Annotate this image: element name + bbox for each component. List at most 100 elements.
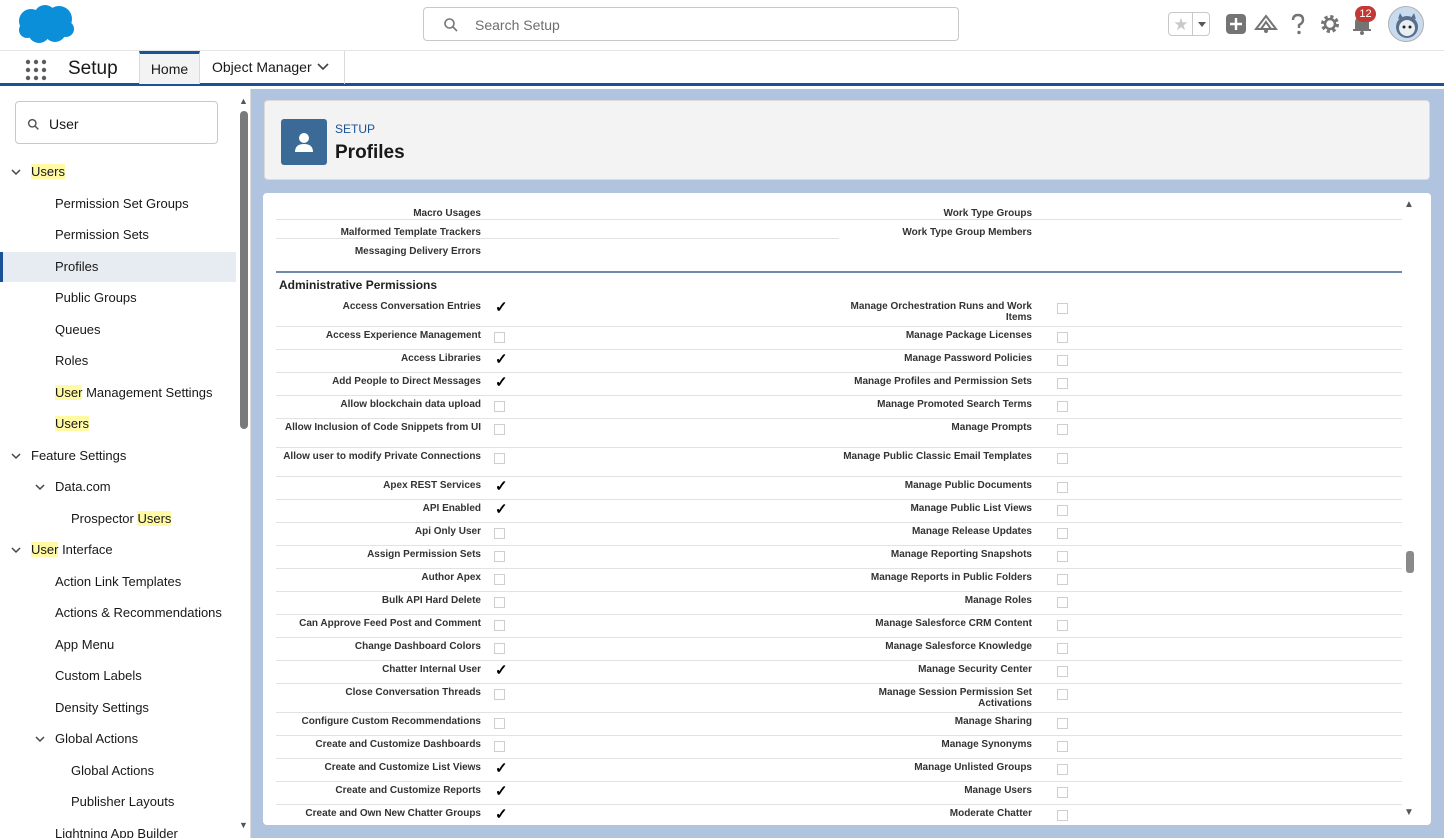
unchecked-checkbox[interactable]: [494, 424, 505, 435]
panel-scrollbar-thumb[interactable]: [1406, 551, 1414, 573]
sidebar-item[interactable]: Global Actions: [71, 759, 154, 783]
trailhead-icon[interactable]: [1254, 12, 1278, 36]
unchecked-checkbox[interactable]: [1057, 787, 1068, 798]
sidebar-item[interactable]: User Management Settings: [55, 381, 213, 405]
sidebar-item[interactable]: Publisher Layouts: [71, 790, 174, 814]
unchecked-checkbox[interactable]: [1057, 620, 1068, 631]
field-label: Macro Usages: [413, 208, 481, 219]
unchecked-checkbox[interactable]: [1057, 718, 1068, 729]
scroll-down-arrow-icon[interactable]: ▼: [239, 820, 248, 830]
unchecked-checkbox[interactable]: [494, 597, 505, 608]
sidebar-item[interactable]: Roles: [55, 349, 88, 373]
unchecked-checkbox[interactable]: [1057, 597, 1068, 608]
unchecked-checkbox[interactable]: [1057, 378, 1068, 389]
chevron-down-icon[interactable]: [34, 481, 46, 493]
unchecked-checkbox[interactable]: [1057, 810, 1068, 821]
unchecked-checkbox[interactable]: [1057, 424, 1068, 435]
unchecked-checkbox[interactable]: [494, 551, 505, 562]
salesforce-logo-icon[interactable]: [17, 4, 75, 44]
unchecked-checkbox[interactable]: [1057, 505, 1068, 516]
unchecked-checkbox[interactable]: [494, 401, 505, 412]
checked-checkbox-icon[interactable]: ✓: [495, 352, 508, 367]
sidebar-item[interactable]: User Interface: [31, 538, 113, 562]
sidebar-item[interactable]: Density Settings: [55, 696, 149, 720]
unchecked-checkbox[interactable]: [1057, 355, 1068, 366]
checked-checkbox-icon[interactable]: ✓: [495, 502, 508, 517]
unchecked-checkbox[interactable]: [1057, 551, 1068, 562]
unchecked-checkbox[interactable]: [1057, 453, 1068, 464]
checked-checkbox-icon[interactable]: ✓: [495, 784, 508, 799]
sidebar-item[interactable]: App Menu: [55, 633, 114, 657]
unchecked-checkbox[interactable]: [1057, 528, 1068, 539]
unchecked-checkbox[interactable]: [1057, 482, 1068, 493]
permission-label: Manage Profiles and Permission Sets: [854, 376, 1032, 387]
unchecked-checkbox[interactable]: [494, 332, 505, 343]
chevron-down-icon[interactable]: [317, 63, 329, 71]
sidebar-item[interactable]: Prospector Users: [71, 507, 172, 531]
setup-gear-icon[interactable]: [1318, 12, 1342, 36]
row-divider: [276, 735, 1402, 736]
unchecked-checkbox[interactable]: [494, 453, 505, 464]
scroll-up-arrow-icon[interactable]: ▲: [239, 96, 248, 106]
checked-checkbox-icon[interactable]: ✓: [495, 807, 508, 822]
sidebar-item[interactable]: Feature Settings: [31, 444, 126, 468]
unchecked-checkbox[interactable]: [494, 741, 505, 752]
checked-checkbox-icon[interactable]: ✓: [495, 663, 508, 678]
sidebar-item[interactable]: Permission Sets: [55, 223, 149, 247]
checked-checkbox-icon[interactable]: ✓: [495, 300, 508, 315]
unchecked-checkbox[interactable]: [1057, 666, 1068, 677]
global-search-input[interactable]: Search Setup: [423, 7, 959, 41]
tab-home[interactable]: Home: [139, 51, 200, 84]
sidebar-item[interactable]: Users: [55, 412, 89, 436]
panel-scrollbar[interactable]: ▲ ▼: [1403, 193, 1421, 825]
unchecked-checkbox[interactable]: [1057, 574, 1068, 585]
sidebar-item[interactable]: Users: [31, 160, 65, 184]
sidebar-item[interactable]: Actions & Recommendations: [55, 601, 222, 625]
sidebar-item[interactable]: Permission Set Groups: [55, 192, 189, 216]
checked-checkbox-icon[interactable]: ✓: [495, 761, 508, 776]
sidebar-item[interactable]: Lightning App Builder: [55, 822, 178, 838]
sidebar-item[interactable]: Data.com: [55, 475, 111, 499]
checked-checkbox-icon[interactable]: ✓: [495, 375, 508, 390]
tab-object-manager[interactable]: Object Manager: [200, 51, 345, 84]
chevron-down-icon[interactable]: [10, 544, 22, 556]
help-icon[interactable]: [1286, 12, 1310, 36]
sidebar-scrollbar-thumb[interactable]: [240, 111, 248, 429]
unchecked-checkbox[interactable]: [494, 528, 505, 539]
sidebar-item[interactable]: Queues: [55, 318, 101, 342]
unchecked-checkbox[interactable]: [494, 718, 505, 729]
sidebar-item[interactable]: Action Link Templates: [55, 570, 181, 594]
checked-checkbox-icon[interactable]: ✓: [495, 479, 508, 494]
favorites-dropdown[interactable]: [1192, 13, 1210, 35]
global-actions-plus-icon[interactable]: [1224, 12, 1248, 36]
sidebar-item[interactable]: Public Groups: [55, 286, 137, 310]
unchecked-checkbox[interactable]: [494, 643, 505, 654]
app-launcher-icon[interactable]: [25, 59, 47, 81]
unchecked-checkbox[interactable]: [494, 574, 505, 585]
quick-find-input[interactable]: User: [15, 101, 218, 144]
unchecked-checkbox[interactable]: [1057, 643, 1068, 654]
unchecked-checkbox[interactable]: [1057, 332, 1068, 343]
permission-label: Moderate Chatter: [949, 808, 1032, 819]
sidebar-item[interactable]: Custom Labels: [55, 664, 142, 688]
scroll-up-arrow-icon[interactable]: ▲: [1404, 199, 1414, 210]
sidebar-item[interactable]: Profiles: [55, 255, 98, 279]
favorites-button[interactable]: ★: [1168, 12, 1210, 36]
breadcrumb[interactable]: SETUP: [335, 122, 375, 136]
search-match-highlight: Users: [137, 510, 172, 526]
unchecked-checkbox[interactable]: [494, 689, 505, 700]
chevron-down-icon[interactable]: [10, 166, 22, 178]
unchecked-checkbox[interactable]: [1057, 401, 1068, 412]
sidebar-scrollbar[interactable]: ▲ ▼: [238, 89, 250, 838]
row-divider: [276, 781, 1402, 782]
unchecked-checkbox[interactable]: [1057, 303, 1068, 314]
unchecked-checkbox[interactable]: [1057, 689, 1068, 700]
chevron-down-icon[interactable]: [10, 450, 22, 462]
unchecked-checkbox[interactable]: [1057, 741, 1068, 752]
user-avatar[interactable]: [1388, 6, 1424, 42]
chevron-down-icon[interactable]: [34, 733, 46, 745]
unchecked-checkbox[interactable]: [1057, 764, 1068, 775]
unchecked-checkbox[interactable]: [494, 620, 505, 631]
scroll-down-arrow-icon[interactable]: ▼: [1404, 807, 1414, 818]
sidebar-item[interactable]: Global Actions: [55, 727, 138, 751]
